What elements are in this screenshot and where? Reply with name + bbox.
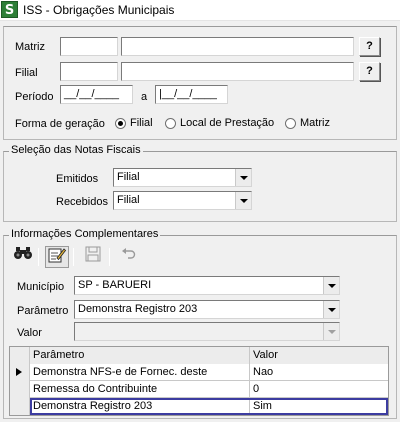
grid-cell-parametro[interactable]: Demonstra NFS-e de Fornec. deste [30, 364, 250, 381]
chevron-down-icon[interactable] [235, 192, 251, 209]
toolbar-separator [73, 248, 74, 266]
forma-local-label[interactable]: Local de Prestação [180, 117, 274, 129]
info-group-label: Informações Complementares [9, 228, 161, 240]
forma-local-radio[interactable] [165, 118, 176, 129]
grid-cell-valor[interactable]: 0 [250, 381, 388, 398]
title-bar: S ISS - Obrigações Municipais [0, 0, 400, 21]
parametro-value: Demonstra Registro 203 [78, 303, 198, 315]
grid-cell-parametro[interactable]: Demonstra Registro 203 [30, 398, 250, 415]
municipio-select[interactable]: SP - BARUERI [74, 276, 340, 295]
filial-code-input[interactable] [60, 62, 118, 81]
forma-matriz-label[interactable]: Matriz [300, 117, 330, 129]
emitidos-value: Filial [117, 171, 140, 183]
periodo-from-input[interactable]: __/__/____ [60, 85, 133, 104]
table-row[interactable]: Demonstra Registro 203 Sim [10, 398, 388, 415]
parametro-select[interactable]: Demonstra Registro 203 [74, 300, 340, 319]
chevron-down-icon[interactable] [323, 277, 339, 294]
filial-lookup-button[interactable]: ? [359, 62, 380, 81]
notas-group-label: Seleção das Notas Fiscais [9, 144, 143, 156]
municipio-label: Município [17, 281, 65, 293]
matriz-name-input[interactable] [121, 37, 354, 56]
notas-group: Seleção das Notas Fiscais Emitidos Filia… [3, 144, 397, 222]
edit-icon[interactable] [45, 246, 69, 268]
table-row[interactable]: Demonstra NFS-e de Fornec. deste Nao [10, 364, 388, 381]
filial-name-input[interactable] [121, 62, 354, 81]
parameters-grid: Parâmetro Valor Demonstra NFS-e de Forne… [9, 346, 389, 416]
row-indicator [10, 381, 30, 398]
matriz-label: Matriz [15, 41, 45, 53]
chevron-down-icon[interactable] [235, 169, 251, 186]
emitidos-select[interactable]: Filial [113, 168, 252, 187]
emitidos-label: Emitidos [56, 173, 99, 185]
filter-panel: Matriz ? Filial ? Período __/__/____ a |… [3, 26, 397, 140]
matriz-lookup-button[interactable]: ? [359, 37, 380, 56]
grid-cell-parametro[interactable]: Remessa do Contribuinte [30, 381, 250, 398]
valor-label: Valor [17, 327, 42, 339]
forma-matriz-radio[interactable] [285, 118, 296, 129]
app-icon: S [1, 1, 18, 18]
filial-label: Filial [15, 67, 38, 79]
periodo-to-input[interactable]: |__/__/____ [155, 85, 228, 104]
matriz-code-input[interactable] [60, 37, 118, 56]
periodo-separator: a [141, 91, 148, 103]
row-pointer-icon [16, 368, 22, 376]
binoculars-icon[interactable] [11, 246, 35, 268]
save-icon[interactable] [81, 246, 105, 268]
column-header-valor[interactable]: Valor [250, 347, 388, 364]
forma-filial-radio[interactable] [115, 118, 126, 129]
table-row[interactable]: Remessa do Contribuinte 0 [10, 381, 388, 398]
grid-header-indicator [10, 347, 30, 364]
toolbar-separator [38, 248, 39, 266]
column-header-parametro[interactable]: Parâmetro [30, 347, 250, 364]
forma-label: Forma de geração [15, 118, 105, 130]
forma-filial-label[interactable]: Filial [130, 117, 153, 129]
periodo-label: Período [15, 91, 54, 103]
chevron-down-icon[interactable] [323, 323, 339, 340]
undo-icon[interactable] [117, 246, 141, 268]
row-indicator [10, 398, 30, 415]
chevron-down-icon[interactable] [323, 301, 339, 318]
row-indicator [10, 364, 30, 381]
municipio-value: SP - BARUERI [78, 279, 152, 291]
recebidos-label: Recebidos [56, 196, 108, 208]
recebidos-select[interactable]: Filial [113, 191, 252, 210]
toolbar-separator [109, 248, 110, 266]
grid-header-row: Parâmetro Valor [10, 347, 388, 364]
parametro-label: Parâmetro [17, 305, 69, 317]
recebidos-value: Filial [117, 194, 140, 206]
grid-cell-valor[interactable]: Nao [250, 364, 388, 381]
grid-cell-valor[interactable]: Sim [250, 398, 388, 415]
valor-select[interactable] [74, 322, 340, 341]
window-title: ISS - Obrigações Municipais [23, 3, 175, 17]
